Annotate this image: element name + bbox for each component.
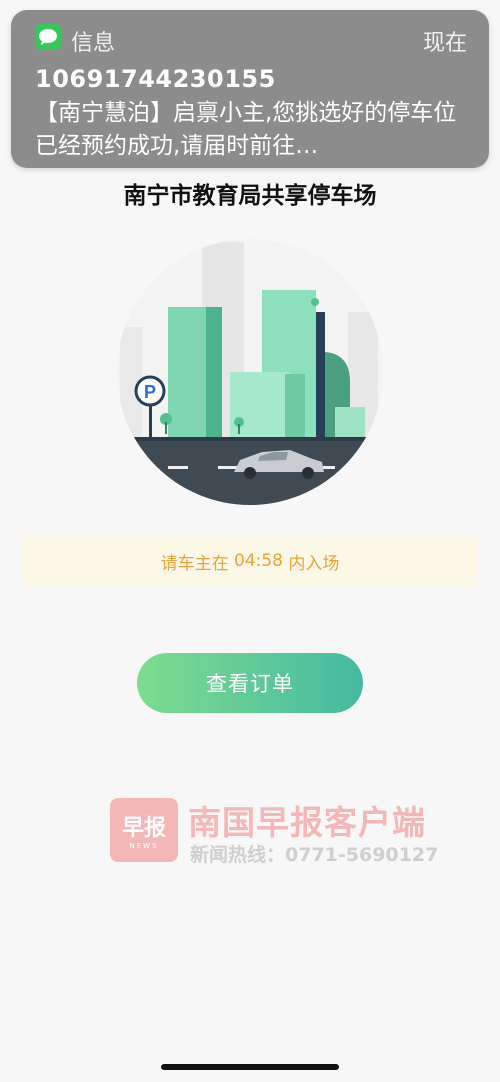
newspaper-watermark: 早报 NEWS 南国早报客户端 新闻热线：0771-5690127 bbox=[110, 798, 450, 868]
city-parking-illustration: P bbox=[117, 239, 383, 505]
newspaper-logo-text: 早报 bbox=[121, 816, 166, 841]
newspaper-logo: 早报 NEWS bbox=[110, 798, 178, 862]
notice-prefix: 请车主在 bbox=[160, 553, 234, 574]
notification-app-name: 信息 bbox=[71, 31, 116, 56]
notification-body: 【南宁慧泊】启禀小主,您挑选好的停车位已经预约成功,请届时前往… bbox=[35, 100, 457, 159]
notification-time: 现在 bbox=[422, 31, 467, 56]
notice-suffix: 内入场 bbox=[283, 553, 340, 574]
notification-sender: 10691744230155 bbox=[35, 65, 276, 93]
newspaper-logo-sub: NEWS bbox=[129, 842, 159, 850]
message-bubble-icon bbox=[35, 24, 61, 50]
parking-sign-icon: P bbox=[144, 382, 156, 402]
view-order-button[interactable]: 查看订单 bbox=[137, 653, 363, 713]
sms-notification-banner[interactable]: 信息 现在 10691744230155 【南宁慧泊】启禀小主,您挑选好的停车位… bbox=[11, 10, 489, 168]
page-title: 南宁市教育局共享停车场 bbox=[123, 183, 377, 209]
entry-countdown-notice: 请车主在 04:58 内入场 bbox=[22, 535, 478, 587]
watermark-brand: 南国早报客户端 bbox=[188, 803, 426, 842]
watermark-hotline: 新闻热线：0771-5690127 bbox=[190, 844, 439, 866]
home-indicator[interactable] bbox=[161, 1064, 339, 1070]
countdown-timer: 04:58 bbox=[234, 551, 283, 571]
